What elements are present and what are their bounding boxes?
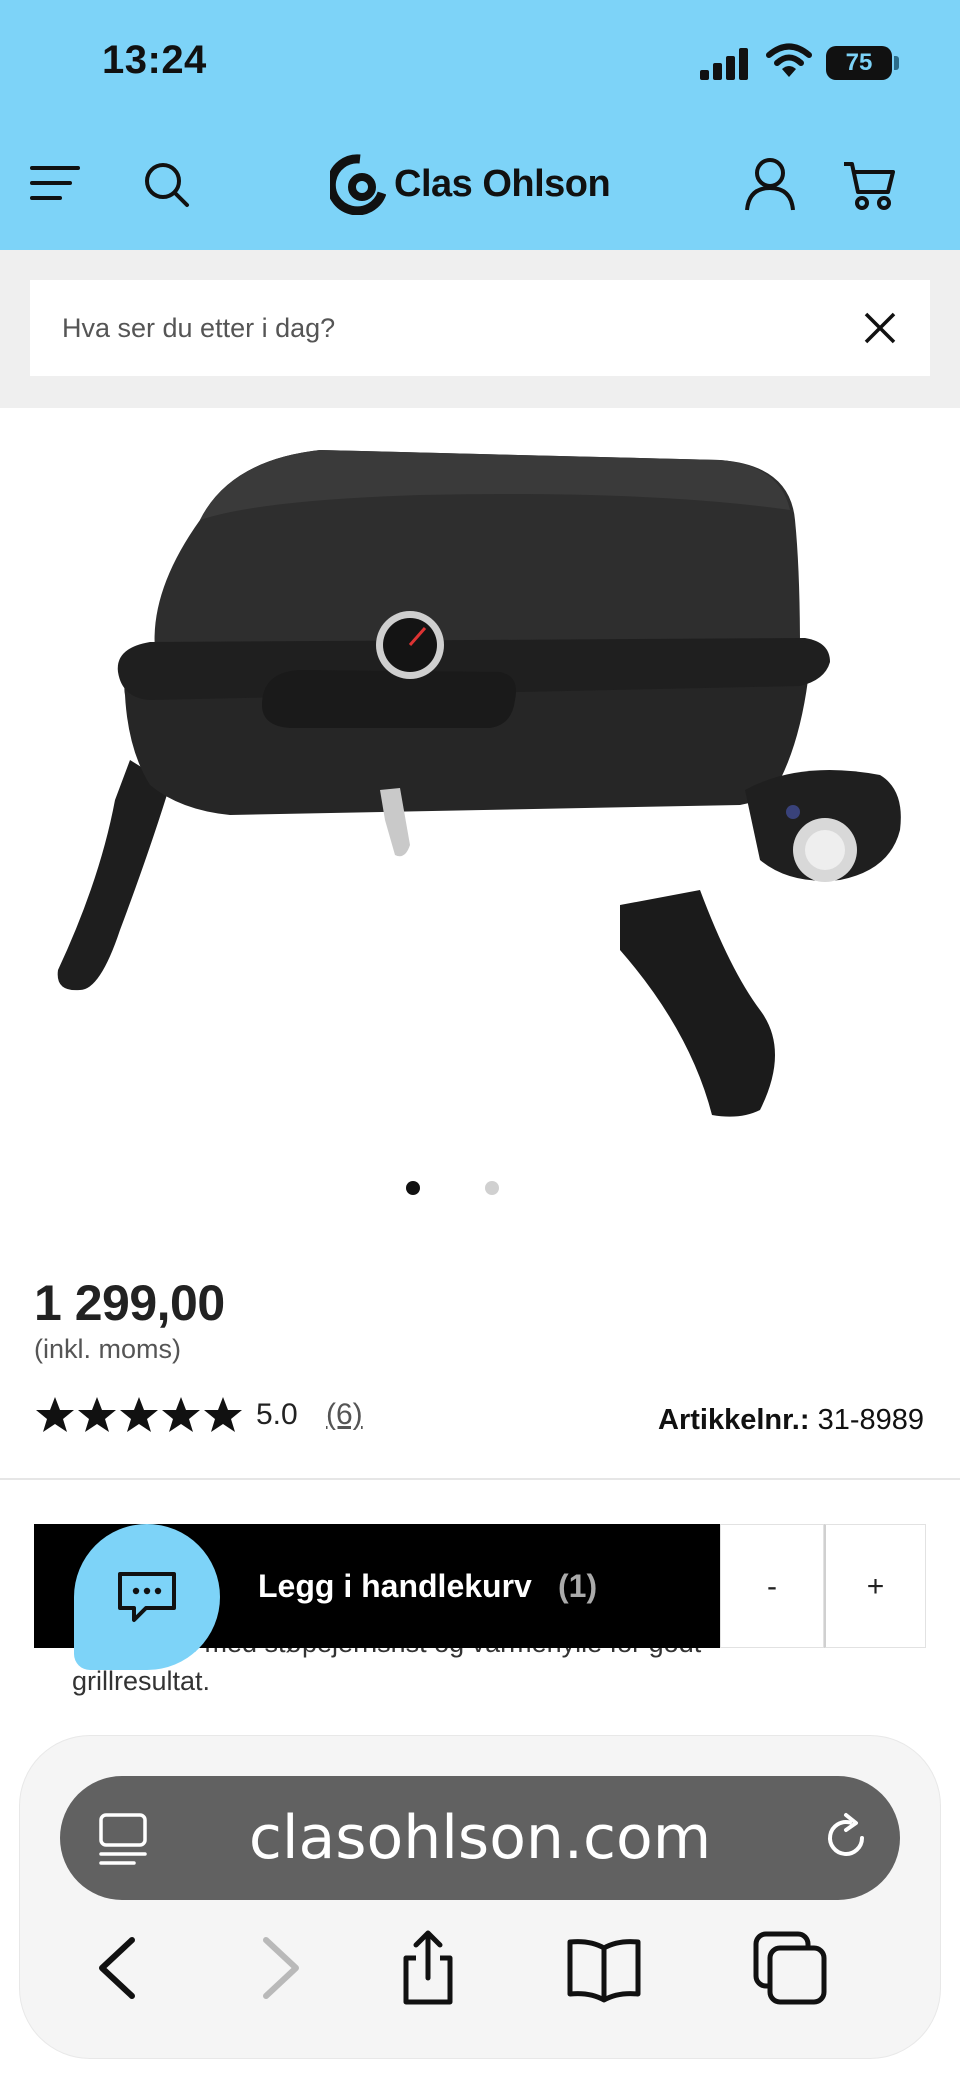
wifi-icon [766,43,812,77]
brand-logo[interactable]: Clas Ohlson [330,150,611,218]
star-icon [120,1397,158,1432]
battery-tip [894,56,899,70]
share-icon[interactable] [388,1928,468,2008]
rating-value: 5.0 [256,1398,298,1431]
chat-button[interactable] [74,1524,220,1670]
battery-indicator: 75 [826,46,892,80]
article-number-label: Artikkelnr.: [658,1404,810,1436]
product-image[interactable] [0,410,960,1150]
article-number: Artikkelnr.: 31-8989 [658,1404,924,1437]
star-icon [36,1397,74,1432]
cart-icon[interactable] [842,158,896,212]
browser-toolbar: clasohlson.com [20,1736,940,2058]
star-icon [204,1397,242,1432]
hamburger-menu-icon[interactable] [30,162,80,204]
logo-mark-icon [330,154,386,215]
star-icon [162,1397,200,1432]
user-icon[interactable] [744,156,796,212]
search-icon[interactable] [142,160,190,208]
search-bar [0,250,960,408]
quantity-decrease-button[interactable]: - [720,1524,824,1648]
add-to-cart-count: (1) [558,1568,598,1604]
back-icon[interactable] [80,1928,160,2008]
grill-handle [262,670,516,728]
status-time: 13:24 [102,38,207,82]
forward-icon[interactable] [238,1928,318,2008]
review-count-link[interactable]: (6) [326,1398,363,1432]
brand-name: Clas Ohlson [394,162,611,205]
product-price: 1 299,00 [34,1275,225,1331]
cellular-signal-icon [700,48,752,80]
search-input[interactable] [62,280,842,376]
quantity-increase-button[interactable]: + [824,1524,926,1648]
star-icon [78,1397,116,1432]
address-bar[interactable]: clasohlson.com [60,1776,900,1900]
vat-note: (inkl. moms) [34,1334,181,1364]
article-number-value: 31-8989 [817,1404,924,1436]
url-text: clasohlson.com [248,1803,712,1873]
gallery-dot-active[interactable] [406,1181,420,1195]
gallery-pagination [0,1178,960,1198]
divider [0,1478,960,1480]
grill-left-leg [57,760,170,991]
star-rating[interactable] [34,1394,244,1434]
site-header: 13:24 75 Clas Ohlson [0,0,960,250]
reload-icon[interactable] [820,1812,872,1864]
add-to-cart-label: Legg i handlekurv [258,1568,532,1604]
bookmarks-icon[interactable] [564,1928,644,2008]
description-line: grillresultat. [72,1666,211,1696]
grill-right-leg [620,890,775,1117]
close-icon[interactable] [862,310,898,346]
chat-icon [118,1572,176,1622]
search-box [30,280,930,376]
gallery-dot[interactable] [485,1181,499,1195]
tabs-icon[interactable] [750,1928,830,2008]
